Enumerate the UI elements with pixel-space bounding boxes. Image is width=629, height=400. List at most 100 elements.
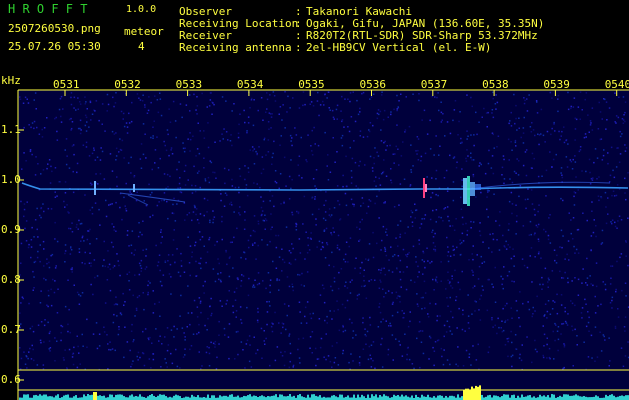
noise-speck (233, 236, 235, 239)
noise-speck (156, 204, 159, 207)
noise-speck (136, 191, 138, 193)
noise-speck (25, 220, 28, 222)
noise-speck (462, 365, 465, 367)
noise-speck (412, 245, 415, 248)
noise-speck (72, 191, 75, 194)
noise-speck (393, 108, 395, 111)
noise-speck (113, 265, 116, 267)
noise-speck (47, 321, 49, 324)
noise-speck (297, 211, 300, 213)
power-bar (207, 394, 209, 400)
noise-speck (142, 330, 144, 333)
noise-speck (51, 170, 53, 173)
power-bar (507, 394, 509, 400)
noise-speck (252, 286, 254, 288)
noise-speck (618, 188, 621, 190)
noise-speck (592, 231, 595, 234)
noise-speck (163, 199, 165, 202)
noise-speck (316, 246, 318, 248)
noise-speck (268, 300, 270, 303)
noise-speck (66, 367, 68, 369)
noise-speck (159, 157, 161, 160)
noise-speck (127, 162, 130, 164)
noise-speck (126, 230, 129, 232)
noise-speck (364, 333, 366, 336)
noise-speck (264, 228, 266, 230)
noise-speck (187, 236, 189, 238)
noise-speck (54, 337, 56, 339)
noise-speck (272, 91, 275, 93)
noise-speck (341, 95, 343, 98)
noise-speck (416, 293, 418, 295)
noise-speck (563, 343, 565, 345)
noise-speck (198, 222, 200, 224)
noise-speck (513, 93, 515, 96)
power-bar (619, 395, 621, 400)
noise-speck (228, 323, 231, 325)
noise-speck (338, 271, 340, 274)
noise-speck (504, 304, 506, 307)
noise-speck (312, 312, 314, 315)
noise-speck (226, 263, 228, 266)
power-bar (395, 395, 397, 400)
noise-speck (434, 250, 437, 252)
power-bar (223, 395, 225, 400)
noise-speck (67, 323, 69, 326)
noise-speck (73, 284, 75, 286)
noise-speck (77, 97, 79, 99)
noise-speck (390, 111, 392, 113)
power-bar (361, 394, 363, 400)
noise-speck (55, 116, 57, 119)
power-bar (95, 392, 97, 400)
noise-speck (429, 218, 432, 221)
noise-speck (590, 334, 593, 337)
noise-speck (184, 164, 187, 167)
noise-speck (200, 257, 202, 260)
noise-speck (581, 317, 583, 319)
noise-speck (64, 305, 67, 308)
noise-speck (589, 275, 591, 277)
noise-speck (276, 279, 278, 282)
noise-speck (604, 283, 607, 286)
noise-speck (390, 168, 392, 170)
noise-speck (390, 179, 392, 182)
noise-speck (48, 332, 51, 335)
noise-speck (99, 159, 102, 161)
noise-speck (365, 343, 367, 345)
noise-speck (142, 94, 144, 96)
power-bar (539, 394, 541, 400)
noise-speck (381, 366, 384, 368)
noise-speck (600, 303, 602, 306)
noise-speck (249, 107, 251, 109)
noise-speck (399, 259, 402, 262)
noise-speck (375, 176, 377, 178)
noise-speck (352, 330, 355, 332)
noise-speck (33, 127, 35, 130)
noise-speck (396, 124, 398, 126)
noise-speck (289, 342, 291, 345)
noise-speck (101, 123, 103, 125)
noise-speck (218, 278, 220, 281)
noise-speck (233, 291, 236, 293)
noise-speck (571, 329, 574, 332)
noise-speck (623, 326, 626, 328)
noise-speck (289, 134, 292, 137)
noise-speck (222, 138, 224, 140)
noise-speck (159, 269, 161, 272)
power-bar (379, 394, 381, 400)
noise-speck (180, 265, 183, 267)
noise-speck (567, 108, 570, 111)
noise-speck (248, 335, 251, 337)
noise-speck (609, 283, 612, 285)
noise-speck (571, 325, 573, 327)
noise-speck (510, 257, 513, 260)
noise-speck (472, 258, 474, 261)
noise-speck (432, 346, 434, 349)
noise-speck (206, 346, 208, 348)
noise-speck (548, 279, 550, 281)
noise-speck (356, 99, 358, 102)
noise-speck (212, 342, 215, 345)
noise-speck (475, 359, 478, 361)
power-bar (225, 395, 227, 400)
noise-speck (450, 310, 452, 313)
